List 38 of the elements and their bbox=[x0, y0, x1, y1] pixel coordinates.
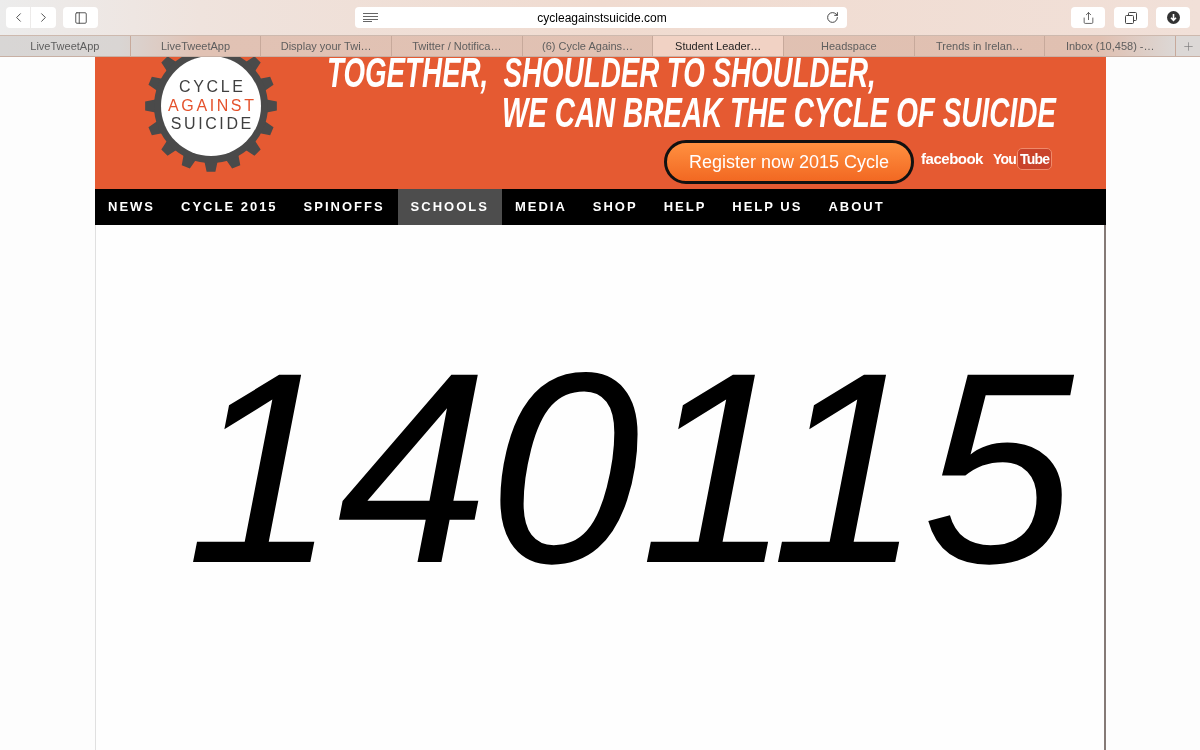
nav-link[interactable]: CYCLE 2015 bbox=[168, 189, 291, 225]
logo-word: SUICIDE bbox=[169, 115, 254, 134]
nav-link[interactable]: ABOUT bbox=[815, 189, 898, 225]
downloads-button[interactable] bbox=[1156, 7, 1190, 28]
sidebar-button[interactable] bbox=[63, 7, 98, 28]
browser-tab[interactable]: Trends in Irelan… bbox=[914, 36, 1046, 56]
nav-link[interactable]: SPINOFFS bbox=[290, 189, 398, 225]
browser-tab[interactable]: Headspace bbox=[784, 36, 915, 56]
share-icon bbox=[1081, 10, 1095, 25]
nav-link[interactable]: NEWS bbox=[95, 189, 168, 225]
lines-icon bbox=[363, 13, 378, 22]
youtube-link[interactable]: You Tube bbox=[992, 148, 1053, 170]
squares-icon bbox=[1125, 11, 1137, 24]
headline-text: TOGETHER, SHOULDER TO SHOULDER, bbox=[327, 57, 876, 92]
address-field[interactable]: cycleagainstsuicide.com bbox=[355, 7, 847, 28]
facebook-link[interactable]: facebook bbox=[921, 147, 983, 171]
nav-link[interactable]: SCHOOLS bbox=[397, 189, 502, 225]
browser-tab[interactable]: Twitter / Notifica… bbox=[392, 36, 523, 56]
youtube-tube-badge: Tube bbox=[1017, 148, 1053, 170]
share-button[interactable] bbox=[1071, 7, 1105, 28]
nav-link[interactable]: HELP bbox=[650, 189, 720, 225]
browser-tab[interactable]: Display your Twi… bbox=[261, 36, 392, 56]
tabs-button[interactable] bbox=[1114, 7, 1148, 28]
browser-tab[interactable]: LiveTweetApp bbox=[130, 36, 262, 56]
youtube-you-text: You bbox=[992, 150, 1016, 168]
logo-word: AGAINST bbox=[167, 96, 257, 115]
browser-tab[interactable]: LiveTweetApp bbox=[0, 36, 131, 56]
plus-icon bbox=[1181, 39, 1195, 53]
logo-word: CYCLE bbox=[178, 78, 246, 97]
nav-link[interactable]: SHOP bbox=[579, 189, 651, 225]
browser-tab[interactable]: Student Leader… bbox=[653, 36, 785, 56]
reload-icon[interactable] bbox=[826, 11, 839, 24]
nav-link[interactable]: HELP US bbox=[719, 189, 816, 225]
sidebar-icon bbox=[73, 10, 88, 25]
number-text: 140115 bbox=[186, 332, 1074, 604]
headline-text: WE CAN BREAK THE CYCLE OF SUICIDE bbox=[502, 94, 1056, 132]
nav-link[interactable]: MEDIA bbox=[501, 189, 580, 225]
download-icon bbox=[1166, 11, 1180, 24]
